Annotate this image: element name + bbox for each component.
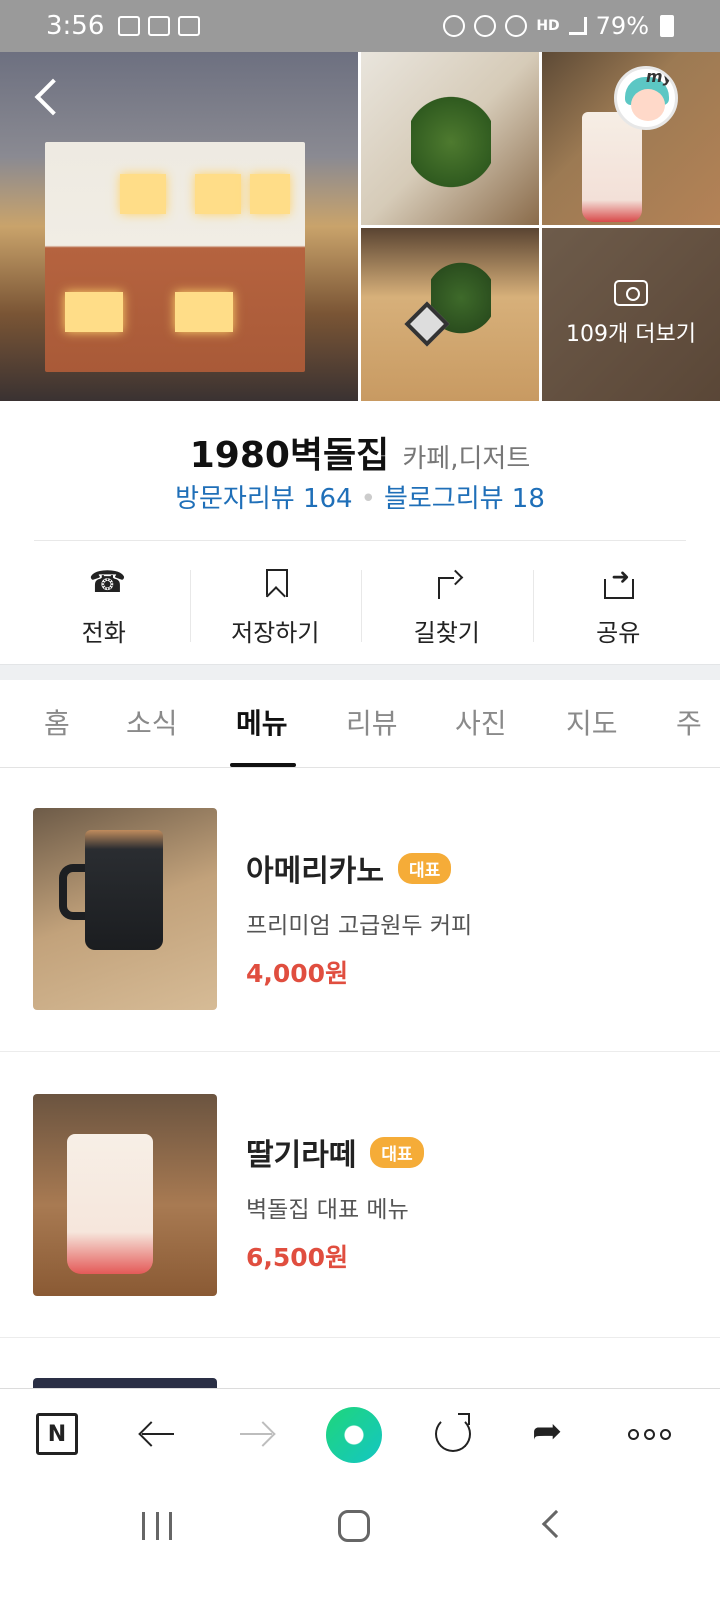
blog-reviews-link[interactable]: 블로그리뷰 18 — [384, 484, 545, 514]
signal-icon — [568, 17, 587, 35]
menu-info: 딸기라떼 대표 벽돌집 대표 메뉴 6,500원 — [246, 1130, 424, 1274]
separator-dot: • — [360, 484, 376, 514]
menu-item[interactable]: 아메리카노 대표 프리미엄 고급원두 커피 4,000원 — [0, 766, 720, 1052]
app-notification-icon — [148, 16, 171, 36]
wifi-icon — [505, 15, 528, 37]
mute-icon — [474, 15, 497, 37]
back-button[interactable] — [28, 78, 68, 118]
avatar-badge: my — [645, 67, 673, 86]
phone-icon — [87, 565, 126, 601]
tab-bar: 홈 소식 메뉴 리뷰 사진 지도 주 — [0, 680, 720, 768]
naver-letter: N — [47, 1421, 67, 1447]
menu-name: 아메리카노 — [246, 854, 384, 889]
menu-name: 딸기라떼 — [246, 1138, 357, 1173]
android-nav-bar — [0, 1480, 720, 1600]
tab-news[interactable]: 소식 — [126, 702, 178, 742]
place-name: 1980벽돌집 — [189, 435, 390, 476]
house-illustration — [45, 142, 305, 372]
menu-item[interactable]: 딸기라떼 대표 벽돌집 대표 메뉴 6,500원 — [0, 1052, 720, 1338]
signature-badge: 대표 — [370, 1136, 424, 1168]
place-header: 1980벽돌집 카페,디저트 방문자리뷰 164• 블로그리뷰 18 전화 저장하… — [0, 402, 720, 664]
bookmark-icon — [258, 567, 292, 601]
status-time: 3:56 — [46, 11, 105, 41]
menu-description: 프리미엄 고급원두 커피 — [246, 913, 473, 939]
my-avatar-button[interactable]: my — [614, 66, 678, 130]
interior-photo[interactable] — [361, 228, 539, 401]
menu-name-row: 딸기라떼 대표 — [246, 1130, 424, 1174]
hd-voice-label: HD — [536, 18, 560, 34]
tab-photos[interactable]: 사진 — [455, 702, 507, 742]
signature-badge: 대표 — [398, 852, 452, 884]
battery-icon — [660, 15, 674, 37]
status-bar: 3:56 HD 79% — [0, 0, 720, 52]
directions-button[interactable]: 길찾기 — [361, 552, 533, 662]
naver-home-icon[interactable]: N — [36, 1413, 78, 1455]
home-icon[interactable] — [338, 1510, 370, 1542]
recent-apps-icon[interactable] — [142, 1512, 172, 1540]
notification-icons — [118, 16, 201, 36]
menu-thumbnail[interactable] — [33, 808, 217, 1010]
back-nav-icon[interactable] — [541, 1509, 571, 1539]
camera-icon — [614, 280, 648, 306]
refresh-icon[interactable] — [428, 1409, 478, 1459]
browser-toolbar: N — [0, 1388, 720, 1480]
system-icons: HD 79% — [443, 12, 674, 40]
save-label: 저장하기 — [231, 618, 320, 647]
tab-home[interactable]: 홈 — [44, 702, 70, 742]
more-photos-label-wrap: 109개 더보기 — [542, 280, 720, 348]
share-icon — [601, 565, 635, 601]
menu-thumbnail[interactable] — [33, 1094, 217, 1296]
directions-label: 길찾기 — [413, 618, 480, 647]
divider — [34, 540, 686, 541]
visitor-reviews-link[interactable]: 방문자리뷰 164 — [175, 484, 353, 514]
avatar-face — [631, 89, 665, 121]
title-row: 1980벽돌집 카페,디저트 — [0, 426, 720, 478]
menu-price: 4,000원 — [246, 959, 349, 988]
tab-menu[interactable]: 메뉴 — [236, 702, 288, 742]
section-gap — [0, 664, 720, 680]
place-category: 카페,디저트 — [402, 444, 531, 474]
tab-nearby[interactable]: 주 — [676, 702, 702, 742]
more-photos-label: 109개 더보기 — [566, 322, 696, 347]
share-label: 공유 — [596, 618, 641, 647]
tab-map[interactable]: 지도 — [566, 702, 618, 742]
call-button[interactable]: 전화 — [18, 552, 190, 662]
directions-icon — [430, 567, 464, 601]
plant-photo[interactable] — [361, 52, 539, 225]
forward-arrow-icon[interactable] — [232, 1409, 282, 1459]
green-dot-icon[interactable] — [326, 1407, 382, 1463]
menu-description: 벽돌집 대표 메뉴 — [246, 1197, 409, 1223]
menu-info: 아메리카노 대표 프리미엄 고급원두 커피 4,000원 — [246, 846, 472, 990]
back-arrow-icon[interactable] — [134, 1409, 184, 1459]
action-bar: 전화 저장하기 길찾기 공유 — [18, 552, 704, 662]
tab-reviews[interactable]: 리뷰 — [346, 702, 398, 742]
share-button[interactable]: 공유 — [532, 552, 705, 662]
photo-gallery: 109개 더보기 — [0, 52, 720, 402]
menu-name-row: 아메리카노 대표 — [246, 846, 472, 890]
call-label: 전화 — [81, 618, 126, 647]
chart-notification-icon — [178, 16, 201, 36]
more-options-icon[interactable] — [622, 1409, 676, 1459]
save-button[interactable]: 저장하기 — [189, 552, 362, 662]
reviews-row: 방문자리뷰 164 • 블로그리뷰 18 — [0, 478, 720, 515]
image-notification-icon — [118, 16, 141, 36]
battery-percent: 79% — [595, 12, 649, 40]
menu-price: 6,500원 — [246, 1243, 349, 1272]
share-arrow-icon[interactable] — [526, 1409, 576, 1459]
more-photos-tile[interactable]: 109개 더보기 — [542, 228, 720, 401]
alarm-icon — [443, 15, 466, 37]
